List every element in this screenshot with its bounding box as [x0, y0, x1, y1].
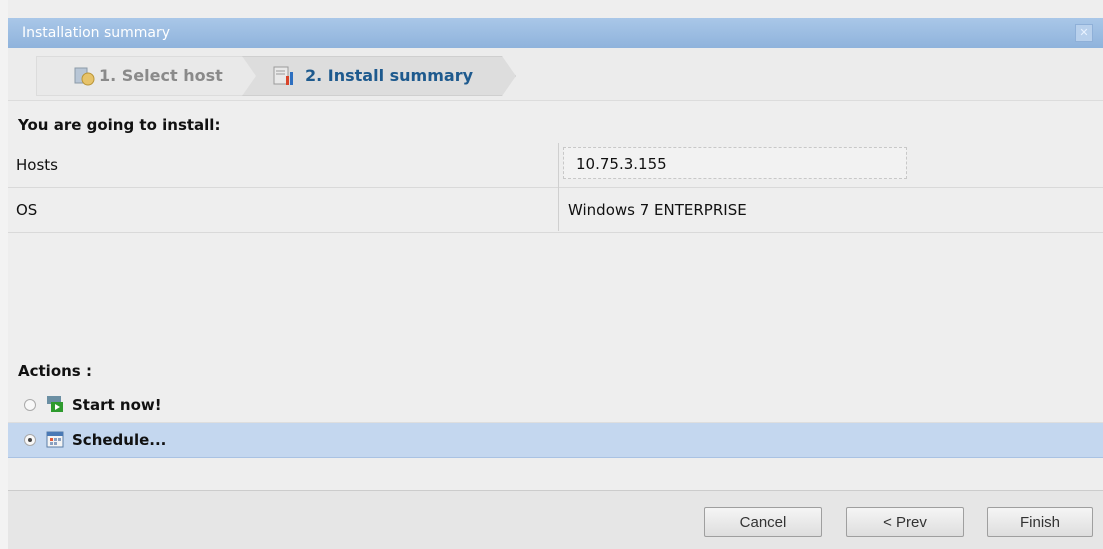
- host-icon: [73, 66, 95, 86]
- step-select-host[interactable]: 1. Select host: [36, 56, 270, 96]
- row-key: OS: [16, 201, 38, 219]
- finish-button[interactable]: Finish: [987, 507, 1093, 537]
- column-divider: [558, 143, 559, 231]
- step-label: 1. Select host: [99, 66, 223, 85]
- button-bar: Cancel < Prev Finish: [8, 490, 1103, 549]
- calendar-icon: [46, 431, 64, 448]
- title-bar: Installation summary ✕: [8, 18, 1103, 48]
- action-start-now[interactable]: Start now!: [8, 388, 1103, 423]
- schedule-radio[interactable]: [24, 434, 36, 446]
- actions-heading: Actions :: [18, 362, 92, 380]
- action-schedule[interactable]: Schedule...: [8, 423, 1103, 458]
- cancel-button[interactable]: Cancel: [704, 507, 822, 537]
- summary-table: Hosts OS Windows 7 ENTERPRISE: [8, 143, 1103, 233]
- close-icon[interactable]: ✕: [1075, 24, 1093, 42]
- start-now-radio[interactable]: [24, 399, 36, 411]
- table-row: Hosts: [8, 143, 1103, 188]
- row-key: Hosts: [16, 156, 58, 174]
- wizard-steps: 1. Select host 2. Install summary: [8, 48, 1103, 101]
- prev-button[interactable]: < Prev: [846, 507, 964, 537]
- actions-list: Start now! Schedule...: [8, 388, 1103, 458]
- start-now-icon: [47, 396, 63, 412]
- step-install-summary[interactable]: 2. Install summary: [242, 56, 516, 96]
- install-heading: You are going to install:: [18, 116, 221, 134]
- summary-chart-icon: [273, 66, 295, 86]
- table-row: OS Windows 7 ENTERPRISE: [8, 188, 1103, 233]
- hosts-value-field[interactable]: 10.75.3.155: [563, 147, 907, 179]
- row-value: Windows 7 ENTERPRISE: [568, 201, 747, 219]
- window-title: Installation summary: [22, 25, 171, 41]
- step-label: 2. Install summary: [305, 66, 474, 85]
- action-label: Start now!: [72, 396, 162, 414]
- action-label: Schedule...: [72, 431, 167, 449]
